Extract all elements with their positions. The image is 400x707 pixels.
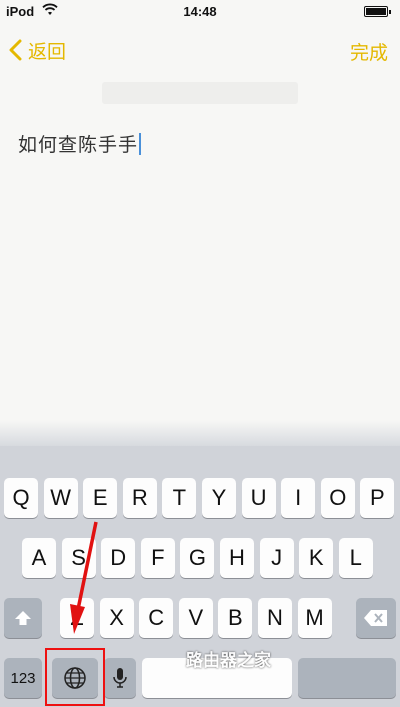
key-j[interactable]: J [259, 538, 294, 578]
note-date-placeholder [102, 82, 298, 104]
key-t[interactable]: T [162, 478, 197, 518]
key-f[interactable]: F [140, 538, 175, 578]
watermark: 路由器之家 [186, 651, 271, 670]
key-n[interactable]: N [258, 598, 292, 638]
delete-key[interactable] [356, 598, 396, 638]
key-c[interactable]: C [139, 598, 174, 638]
microphone-icon [113, 668, 127, 688]
key-e[interactable]: E [83, 478, 118, 518]
delete-icon [364, 610, 387, 626]
key-l[interactable]: L [338, 538, 373, 578]
key-v[interactable]: V [178, 598, 213, 638]
key-w[interactable]: W [43, 478, 78, 518]
microphone-key[interactable] [104, 658, 136, 698]
key-h[interactable]: H [220, 538, 254, 578]
shift-icon [15, 611, 31, 625]
status-time: 14:48 [183, 4, 217, 19]
key-x[interactable]: X [99, 598, 134, 638]
key-m[interactable]: M [297, 598, 332, 638]
key-y[interactable]: Y [202, 478, 236, 518]
status-bar: iPod 14:48 [0, 0, 400, 24]
key-q[interactable]: Q [4, 478, 38, 518]
key-g[interactable]: G [180, 538, 215, 578]
keyboard-top-strip [0, 420, 400, 446]
key-k[interactable]: K [299, 538, 334, 578]
key-s[interactable]: S [61, 538, 96, 578]
key-r[interactable]: R [122, 478, 157, 518]
key-z[interactable]: Z [60, 598, 94, 638]
key-d[interactable]: D [101, 538, 136, 578]
numbers-key[interactable]: 123 [4, 658, 42, 698]
key-b[interactable]: B [218, 598, 253, 638]
key-i[interactable]: I [281, 478, 316, 518]
navigation-bar: 返回 完成 [0, 24, 400, 76]
return-key[interactable] [298, 658, 396, 698]
key-u[interactable]: U [241, 478, 276, 518]
note-body[interactable]: 如何查陈手手 [18, 130, 142, 157]
chevron-left-icon [9, 39, 22, 61]
text-cursor [139, 133, 142, 155]
key-p[interactable]: P [360, 478, 395, 518]
back-label: 返回 [28, 41, 67, 63]
globe-icon [64, 667, 86, 689]
shift-key[interactable] [4, 598, 42, 638]
back-button[interactable]: 返回 [8, 36, 66, 64]
done-button[interactable]: 完成 [350, 38, 388, 65]
key-a[interactable]: A [22, 538, 56, 578]
key-o[interactable]: O [320, 478, 355, 518]
globe-key[interactable] [52, 658, 98, 698]
note-text: 如何查陈手手 [18, 135, 139, 156]
battery-icon [364, 6, 391, 17]
